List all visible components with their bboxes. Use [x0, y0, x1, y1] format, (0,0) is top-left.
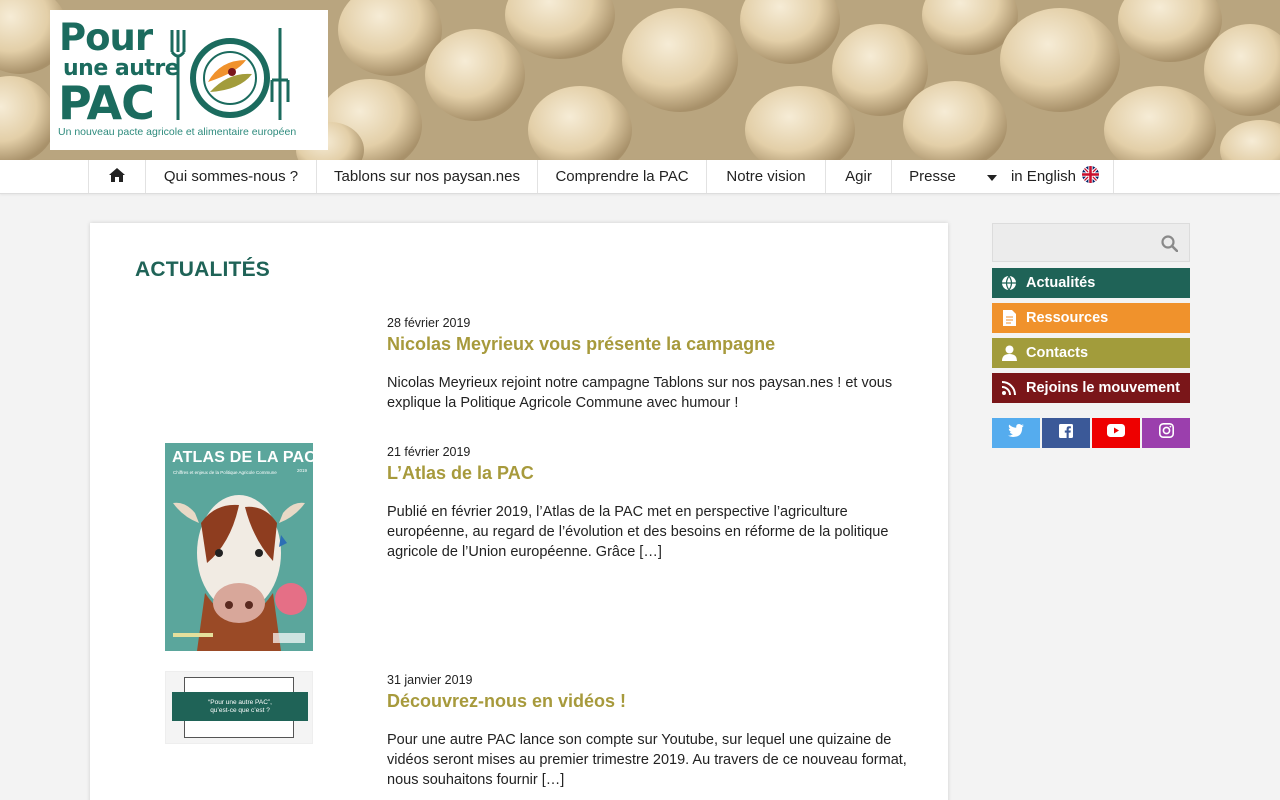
sidebar-link-label: Contacts	[1026, 345, 1089, 361]
youtube-icon	[1107, 424, 1125, 442]
video-band-line-2: qu’est-ce que c’est ?	[210, 706, 270, 714]
nav-item-label: Qui sommes-nous ?	[163, 168, 299, 185]
logo-line-3: PAC	[58, 76, 155, 130]
sidebar-link-contacts[interactable]: Contacts	[992, 338, 1190, 368]
facebook-button[interactable]	[1042, 418, 1090, 448]
nav-item-label: Agir	[845, 168, 872, 185]
search-box	[992, 223, 1190, 262]
header-banner: Pour une autre PAC Un nouveau pacte agri…	[0, 0, 1280, 160]
atlas-cover-thumbnail[interactable]: ATLAS DE LA PAC Chiffres et enjeux de la…	[165, 443, 313, 651]
nav-item-label: Comprendre la PAC	[555, 168, 689, 185]
video-band: “Pour une autre PAC”, qu’est-ce que c’es…	[172, 692, 308, 721]
video-thumbnail[interactable]: “Pour une autre PAC”, qu’est-ce que c’es…	[165, 671, 313, 744]
facebook-icon	[1059, 423, 1073, 443]
site-logo[interactable]: Pour une autre PAC Un nouveau pacte agri…	[50, 10, 328, 150]
nav-item-notre-vision[interactable]: Notre vision	[706, 160, 825, 193]
user-icon	[992, 345, 1026, 361]
sidebar-link-label: Ressources	[1026, 310, 1109, 326]
language-label: in English	[1010, 168, 1077, 185]
nav-item-agir[interactable]: Agir	[825, 160, 891, 193]
nav-item-label: Presse	[909, 168, 956, 185]
youtube-button[interactable]	[1092, 418, 1140, 448]
main-nav: Qui sommes-nous ? Tablons sur nos paysan…	[0, 160, 1280, 194]
caret-down-icon	[986, 168, 997, 185]
instagram-button[interactable]	[1142, 418, 1190, 448]
rss-icon	[992, 381, 1026, 395]
twitter-icon	[1008, 424, 1024, 442]
logo-tagline: Un nouveau pacte agricole et alimentaire…	[58, 126, 297, 138]
sidebar-link-ressources[interactable]: Ressources	[992, 303, 1190, 333]
nav-item-label: Tablons sur nos paysan.nes	[334, 168, 520, 185]
sidebar-link-label: Actualités	[1026, 275, 1096, 291]
uk-flag-icon	[1082, 166, 1100, 187]
search-input[interactable]	[993, 224, 1153, 261]
nav-item-tablons[interactable]: Tablons sur nos paysan.nes	[316, 160, 537, 193]
post-excerpt: Publié en février 2019, l’Atlas de la PA…	[387, 504, 889, 560]
post-title-link[interactable]: L’Atlas de la PAC	[387, 463, 534, 484]
nav-item-comprendre-la-pac[interactable]: Comprendre la PAC	[537, 160, 706, 193]
post-title-link[interactable]: Découvrez-nous en vidéos !	[387, 691, 626, 712]
logo-plate-icon	[170, 28, 290, 120]
post-excerpt: Nicolas Meyrieux rejoint notre campagne …	[387, 375, 893, 411]
cow-illustration	[173, 495, 307, 651]
page-title: ACTUALITÉS	[135, 258, 270, 281]
post-date: 21 février 2019	[387, 445, 471, 459]
sidebar-link-rejoins[interactable]: Rejoins le mouvement	[992, 373, 1190, 403]
sidebar-link-actualites[interactable]: Actualités	[992, 268, 1190, 298]
search-icon[interactable]	[1161, 235, 1179, 257]
nav-item-presse[interactable]: Presse	[891, 160, 973, 193]
post-excerpt: Pour une autre PAC lance son compte sur …	[387, 732, 907, 788]
document-icon	[992, 310, 1026, 326]
globe-icon	[992, 275, 1026, 291]
nav-item-label: Notre vision	[726, 168, 806, 185]
nav-home[interactable]	[88, 160, 145, 193]
post-date: 31 janvier 2019	[387, 673, 473, 687]
twitter-button[interactable]	[992, 418, 1040, 448]
nav-item-qui-sommes-nous[interactable]: Qui sommes-nous ?	[145, 160, 316, 193]
news-card: ACTUALITÉS 28 février 2019 Nicolas Meyri…	[90, 223, 948, 800]
video-band-line-1: “Pour une autre PAC”,	[208, 698, 272, 706]
nav-language-switcher[interactable]: in English	[973, 160, 1114, 193]
home-icon	[109, 167, 125, 186]
instagram-icon	[1158, 423, 1174, 443]
sidebar-link-label: Rejoins le mouvement	[1026, 380, 1180, 396]
post-date: 28 février 2019	[387, 316, 471, 330]
logo-line-1: Pour	[59, 16, 153, 59]
post-title-link[interactable]: Nicolas Meyrieux vous présente la campag…	[387, 334, 775, 355]
